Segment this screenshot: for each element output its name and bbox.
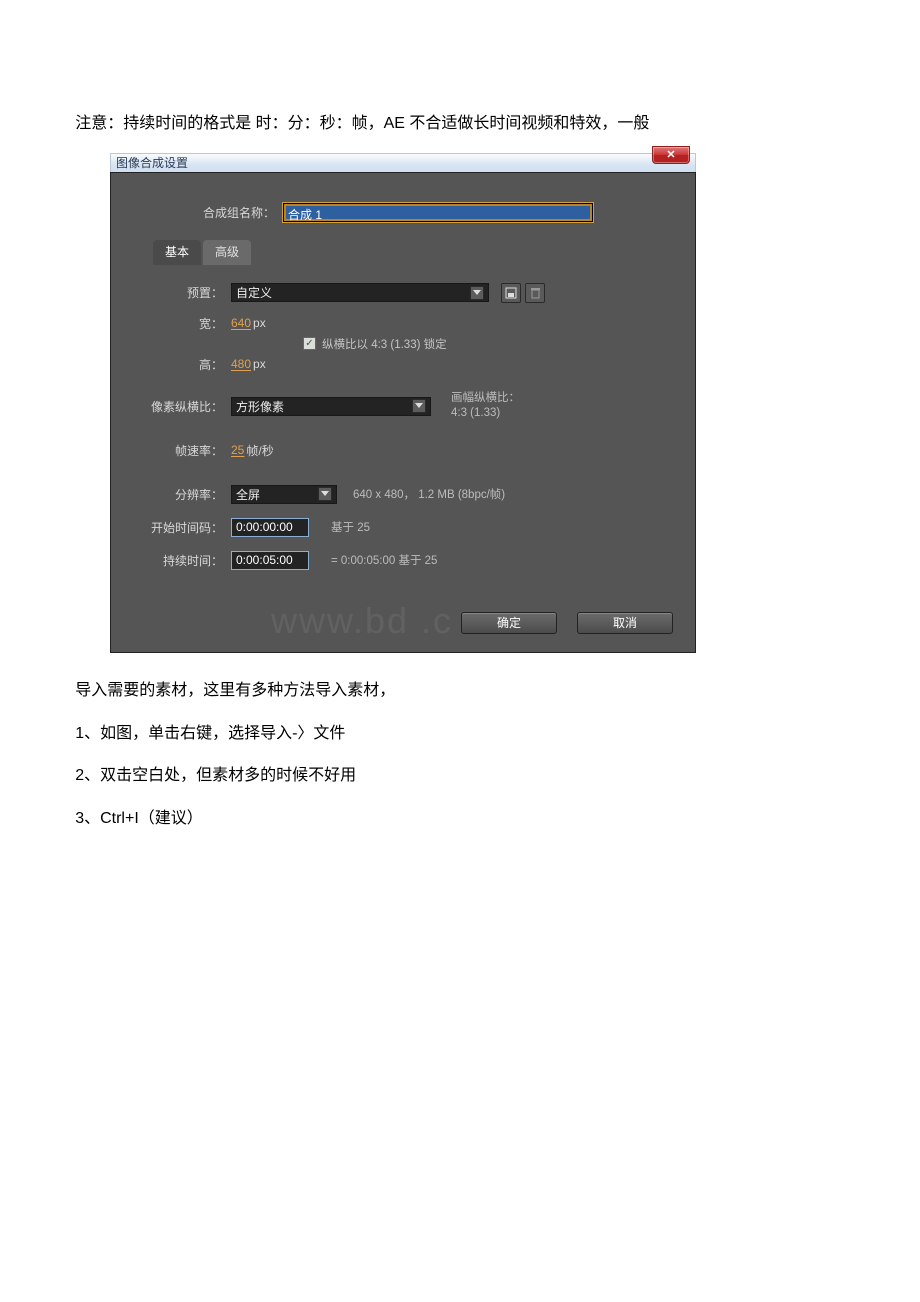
comp-name-label: 合成组名称： bbox=[203, 204, 283, 221]
height-input[interactable]: 480 bbox=[231, 357, 251, 371]
save-preset-button[interactable] bbox=[501, 283, 521, 303]
titlebar-text: 图像合成设置 bbox=[116, 154, 188, 171]
close-icon: ✕ bbox=[666, 148, 675, 161]
chevron-down-icon bbox=[470, 286, 484, 300]
tab-basic[interactable]: 基本 bbox=[153, 240, 201, 265]
frame-aspect-value: 4:3 (1.33) bbox=[451, 406, 520, 422]
duration-label: 持续时间： bbox=[133, 552, 231, 569]
height-unit: px bbox=[253, 357, 266, 371]
frame-aspect-label: 画幅纵横比： bbox=[451, 391, 520, 407]
fps-label: 帧速率： bbox=[133, 442, 231, 459]
lock-aspect-label: 纵横比以 4:3 (1.33) 锁定 bbox=[322, 336, 447, 352]
doc-p3: 2、双击空白处，但素材多的时候不好用 bbox=[40, 762, 880, 791]
tab-advanced[interactable]: 高级 bbox=[203, 240, 251, 265]
watermark-text: www.bd .c bbox=[271, 600, 453, 642]
start-timecode-input[interactable]: 0:00:00:00 bbox=[231, 518, 309, 537]
width-label: 宽： bbox=[133, 315, 231, 332]
comp-name-value: 合成 1 bbox=[288, 208, 322, 222]
par-value: 方形像素 bbox=[236, 398, 284, 415]
resolution-dropdown[interactable]: 全屏 bbox=[231, 485, 337, 504]
chevron-down-icon bbox=[412, 399, 426, 413]
cancel-button[interactable]: 取消 bbox=[577, 612, 673, 634]
doc-p4: 3、Ctrl+I（建议） bbox=[40, 805, 880, 834]
par-label: 像素纵横比： bbox=[133, 398, 231, 415]
lock-aspect-checkbox[interactable]: ✓ 纵横比以 4:3 (1.33) 锁定 bbox=[303, 336, 447, 352]
start-tc-note: 基于 25 bbox=[331, 519, 370, 535]
width-unit: px bbox=[253, 316, 266, 330]
width-input[interactable]: 640 bbox=[231, 316, 251, 330]
titlebar[interactable]: 图像合成设置 ✕ bbox=[110, 153, 696, 172]
checkbox-checked-icon: ✓ bbox=[303, 337, 316, 350]
intro-text: 注意：持续时间的格式是 时：分：秒：帧，AE 不合适做长时间视频和特效，一般 bbox=[40, 110, 880, 139]
preset-dropdown[interactable]: 自定义 bbox=[231, 283, 489, 302]
duration-note: = 0:00:05:00 基于 25 bbox=[331, 552, 437, 568]
comp-name-input[interactable]: 合成 1 bbox=[283, 203, 593, 222]
start-tc-value: 0:00:00:00 bbox=[236, 520, 293, 534]
par-dropdown[interactable]: 方形像素 bbox=[231, 397, 431, 416]
resolution-info: 640 x 480， 1.2 MB (8bpc/帧) bbox=[353, 486, 505, 502]
resolution-value: 全屏 bbox=[236, 486, 260, 503]
delete-preset-button[interactable] bbox=[525, 283, 545, 303]
resolution-label: 分辨率： bbox=[133, 486, 231, 503]
fps-unit: 帧/秒 bbox=[246, 442, 273, 459]
composition-settings-dialog: 图像合成设置 ✕ 合成组名称： 合成 1 基本 高级 预置： 自定义 bbox=[110, 153, 920, 653]
doc-p1: 导入需要的素材，这里有多种方法导入素材， bbox=[40, 677, 880, 706]
close-button[interactable]: ✕ bbox=[652, 146, 690, 164]
preset-label: 预置： bbox=[133, 284, 231, 301]
tab-bar: 基本 高级 bbox=[153, 240, 673, 265]
duration-input[interactable]: 0:00:05:00 bbox=[231, 551, 309, 570]
preset-value: 自定义 bbox=[236, 284, 272, 301]
doc-p2: 1、如图，单击右键，选择导入-〉文件 bbox=[40, 720, 880, 749]
height-label: 高： bbox=[133, 356, 231, 373]
duration-value: 0:00:05:00 bbox=[236, 553, 293, 567]
fps-input[interactable]: 25 bbox=[231, 443, 244, 457]
chevron-down-icon bbox=[318, 487, 332, 501]
start-tc-label: 开始时间码： bbox=[133, 519, 231, 536]
ok-button[interactable]: 确定 bbox=[461, 612, 557, 634]
